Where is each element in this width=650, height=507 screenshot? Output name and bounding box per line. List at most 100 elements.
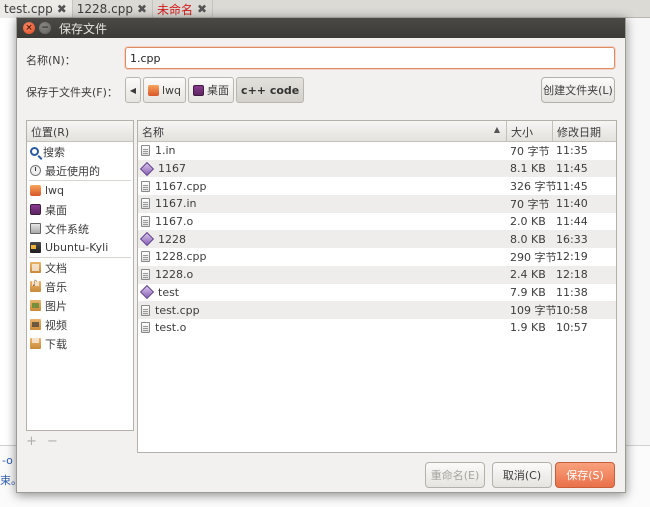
place-documents[interactable]: 文档 [27, 258, 133, 277]
file-name-cell: 1167 [138, 161, 507, 176]
close-icon[interactable]: ✖ [197, 2, 207, 16]
close-icon[interactable]: ✖ [137, 2, 147, 16]
path-back-button[interactable]: ◀ [125, 77, 141, 103]
file-size: 2.0 KB [510, 215, 546, 229]
file-row[interactable]: 1167.in 70 字节 11:40 [138, 195, 616, 213]
column-header-size[interactable]: 大小 [507, 121, 553, 141]
column-header-date[interactable]: 修改日期 [553, 121, 616, 141]
place-label: 文件系统 [45, 222, 89, 236]
file-name: 1228.o [155, 268, 194, 282]
file-row[interactable]: 1228 8.0 KB 16:33 [138, 230, 616, 249]
place-filesystem[interactable]: 文件系统 [27, 219, 133, 238]
file-name: 1228.cpp [155, 250, 207, 264]
path-crumb-desktop[interactable]: 桌面 [188, 77, 235, 103]
file-size: 7.9 KB [510, 285, 546, 299]
text-file-icon [141, 216, 150, 228]
executable-file-icon [139, 285, 155, 300]
file-modified: 11:35 [556, 144, 588, 158]
path-crumb-current[interactable]: c++ code [236, 77, 305, 103]
close-icon[interactable]: ✖ [57, 2, 67, 16]
place-label: 桌面 [45, 203, 67, 217]
file-name: 1.in [155, 144, 176, 158]
file-modified: 11:44 [556, 215, 588, 229]
place-label: Ubuntu-Kyli [45, 241, 109, 254]
file-row[interactable]: 1228.o 2.4 KB 12:18 [138, 265, 616, 284]
file-name: test [158, 285, 180, 299]
close-icon[interactable]: × [23, 22, 35, 34]
file-name-cell: test.o [138, 321, 507, 334]
editor-tab[interactable]: test.cpp ✖ [0, 0, 73, 18]
place-home[interactable]: lwq [27, 181, 133, 200]
remove-bookmark-button[interactable]: − [47, 434, 58, 449]
column-header-name[interactable]: 名称 ▲ [138, 121, 507, 141]
add-bookmark-button[interactable]: + [26, 434, 37, 449]
file-modified: 12:18 [556, 268, 588, 282]
editor-tab[interactable]: 1228.cpp ✖ [73, 0, 154, 18]
file-size: 1.9 KB [510, 321, 546, 335]
places-header[interactable]: 位置(R) [27, 121, 133, 142]
place-label: 音乐 [45, 280, 67, 294]
places-sidebar: 位置(R) 搜索 最近使用的 lwq 桌面 文件系统 Ubuntu-Kyli 文… [26, 120, 134, 431]
file-name: 1167.o [155, 215, 194, 229]
file-name-cell: 1.in [138, 144, 507, 157]
file-name-cell: 1167.o [138, 215, 507, 228]
sort-ascending-icon: ▲ [493, 125, 500, 134]
place-recent[interactable]: 最近使用的 [27, 161, 133, 180]
rename-button[interactable]: 重命名(E) [425, 462, 485, 488]
file-list: 名称 ▲ 大小 修改日期 1.in 70 字节 11:35 1167 8.1 KB 11:… [137, 120, 617, 453]
save-button[interactable]: 保存(S) [555, 462, 615, 488]
minimize-icon[interactable]: − [39, 22, 51, 34]
file-size: 70 字节 [510, 144, 550, 158]
downloads-folder-icon [30, 336, 41, 349]
cancel-button[interactable]: 取消(C) [492, 462, 552, 488]
file-row[interactable]: 1228.cpp 290 字节 12:19 [138, 248, 616, 266]
file-row[interactable]: 1167.cpp 326 字节 11:45 [138, 177, 616, 195]
editor-tab[interactable]: 未命名 ✖ [153, 0, 214, 18]
dialog-titlebar: × − 保存文件 [17, 18, 625, 38]
place-videos[interactable]: 视频 [27, 315, 133, 334]
place-label: 下载 [45, 337, 67, 351]
column-header-label: 名称 [142, 126, 164, 139]
path-crumb-lwq[interactable]: lwq [143, 77, 187, 103]
place-pictures[interactable]: 图片 [27, 296, 133, 315]
filename-input[interactable] [125, 47, 615, 69]
place-label: lwq [45, 184, 65, 197]
text-file-icon [141, 180, 150, 192]
file-name-cell: test [138, 285, 507, 300]
text-file-icon [141, 322, 150, 334]
place-label: 视频 [45, 318, 67, 332]
console-line: -o [2, 454, 13, 467]
file-modified: 12:19 [556, 250, 588, 264]
file-size: 8.1 KB [510, 162, 546, 176]
file-name-cell: 1167.cpp [138, 180, 507, 193]
file-name: 1167.cpp [155, 179, 207, 193]
place-downloads[interactable]: 下载 [27, 334, 133, 353]
dialog-title: 保存文件 [59, 21, 108, 36]
file-size: 290 字节 [510, 250, 557, 264]
text-file-icon [141, 198, 150, 210]
search-icon [30, 147, 39, 156]
file-modified: 11:38 [556, 285, 588, 299]
place-drive[interactable]: Ubuntu-Kyli [27, 238, 133, 257]
place-label: 搜索 [43, 145, 65, 159]
places-footer: + − [26, 434, 58, 449]
file-name-cell: 1228 [138, 232, 507, 247]
place-search[interactable]: 搜索 [27, 142, 133, 161]
text-file-icon [141, 269, 150, 281]
file-name: 1228 [158, 232, 186, 246]
place-music[interactable]: 音乐 [27, 277, 133, 296]
file-modified: 10:58 [556, 303, 588, 317]
path-crumb-label: lwq [162, 83, 182, 97]
place-desktop[interactable]: 桌面 [27, 200, 133, 219]
file-row[interactable]: test.cpp 109 字节 10:58 [138, 301, 616, 319]
editor-right-strip [627, 18, 650, 507]
file-row[interactable]: test.o 1.9 KB 10:57 [138, 319, 616, 337]
file-row[interactable]: 1.in 70 字节 11:35 [138, 142, 616, 160]
text-file-icon [141, 145, 150, 157]
file-row[interactable]: test 7.9 KB 11:38 [138, 284, 616, 302]
file-row[interactable]: 1167 8.1 KB 11:45 [138, 159, 616, 178]
file-modified: 11:45 [556, 179, 588, 193]
path-crumb-label: c++ code [241, 83, 300, 97]
create-folder-button[interactable]: 创建文件夹(L) [541, 77, 615, 103]
file-row[interactable]: 1167.o 2.0 KB 11:44 [138, 213, 616, 231]
